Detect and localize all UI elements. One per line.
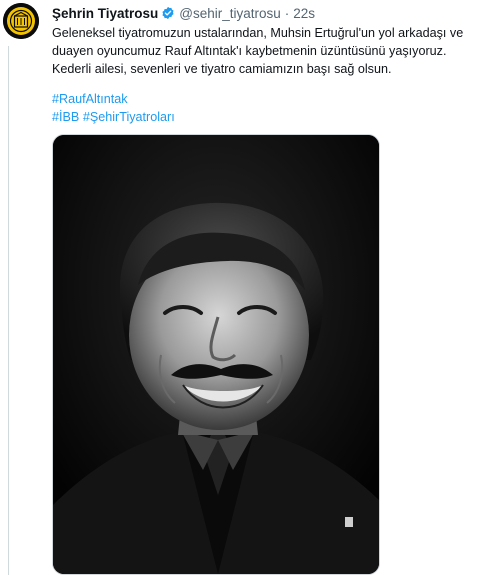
hashtag-link[interactable]: #RaufAltıntak (52, 92, 128, 106)
tweet-photo[interactable] (52, 134, 380, 575)
separator-dot: · (284, 5, 290, 21)
sehir-tiyatrolari-logo-icon (3, 3, 39, 39)
tweet-text: Geleneksel tiyatromuzun ustalarından, Mu… (52, 24, 467, 78)
author-handle[interactable]: @sehir_tiyatrosu (179, 6, 281, 21)
portrait-photo (53, 135, 379, 574)
tweet-text-line: Kederli ailesi, sevenleri ve tiyatro cam… (52, 62, 392, 76)
avatar[interactable] (3, 3, 39, 39)
tweet-text-line: Geleneksel tiyatromuzun ustalarından, Mu… (52, 26, 464, 40)
tweet-text-line: duayen oyuncumuz Rauf Altıntak'ı kaybetm… (52, 44, 447, 58)
hashtag-link[interactable]: #ŞehirTiyatroları (83, 110, 175, 124)
author-name[interactable]: Şehrin Tiyatrosu (52, 6, 158, 21)
verified-badge-icon (161, 6, 175, 20)
tweet-timestamp[interactable]: 22s (293, 6, 315, 21)
tweet-header: Şehrin Tiyatrosu @sehir_tiyatrosu · 22s (52, 3, 315, 23)
thread-line (8, 46, 9, 575)
hashtag-link[interactable]: #İBB (52, 110, 79, 124)
tweet: Şehrin Tiyatrosu @sehir_tiyatrosu · 22s … (0, 0, 487, 575)
hashtag-block: #RaufAltıntak #İBB #ŞehirTiyatroları (52, 90, 175, 126)
